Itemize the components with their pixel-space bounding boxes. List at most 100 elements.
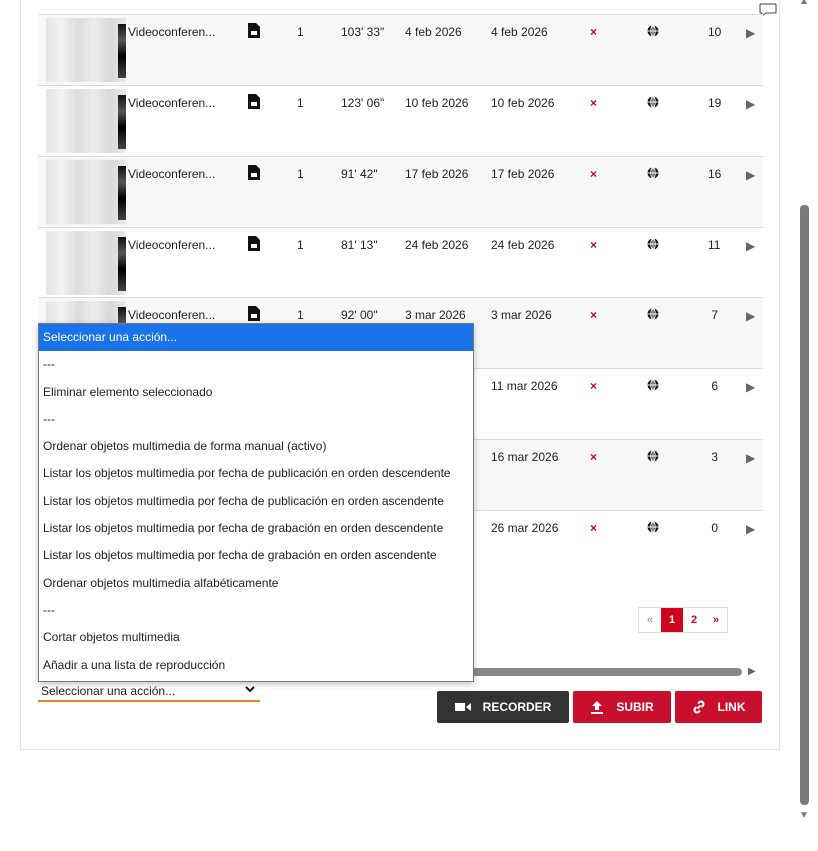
link-button-label: LINK [717, 700, 746, 714]
media-title[interactable]: Videoconferen... [128, 96, 215, 110]
play-icon[interactable]: ▶ [746, 26, 755, 40]
globe-icon[interactable] [647, 379, 659, 394]
document-icon[interactable] [248, 94, 260, 112]
dropdown-option[interactable]: Ordenar objetos multimedia de forma manu… [39, 433, 473, 460]
media-count: 1 [297, 308, 304, 322]
dropdown-option[interactable]: Listar los objetos multimedia por fecha … [39, 488, 473, 515]
delete-icon[interactable]: × [590, 167, 597, 181]
action-select[interactable]: Seleccionar una acción... [38, 682, 260, 702]
record-date: 10 feb 2026 [491, 96, 555, 110]
dropdown-option[interactable]: Listar los objetos multimedia por fecha … [39, 515, 473, 542]
play-icon[interactable]: ▶ [746, 239, 755, 253]
publish-date: 4 feb 2026 [405, 25, 462, 39]
dropdown-option[interactable]: --- [39, 406, 473, 433]
record-date: 4 feb 2026 [491, 25, 548, 39]
globe-icon[interactable] [647, 238, 659, 253]
media-row[interactable]: Videoconferen... 1 123' 06" 10 feb 2026 10 f… [38, 85, 763, 157]
delete-icon[interactable]: × [590, 521, 597, 535]
globe-icon[interactable] [647, 96, 659, 111]
pagination-prev[interactable]: « [639, 608, 661, 632]
delete-icon[interactable]: × [590, 379, 597, 393]
play-icon[interactable]: ▶ [746, 380, 755, 394]
dropdown-option[interactable]: Eliminar elemento seleccionado [39, 379, 473, 406]
media-thumbnail[interactable] [46, 231, 126, 295]
record-date: 3 mar 2026 [491, 308, 552, 322]
dropdown-option[interactable]: Cortar objetos multimedia [39, 624, 473, 651]
delete-icon[interactable]: × [590, 238, 597, 252]
record-date: 16 mar 2026 [491, 450, 559, 464]
play-icon[interactable]: ▶ [746, 97, 755, 111]
play-icon[interactable]: ▶ [746, 309, 755, 323]
view-count: 16 [708, 167, 722, 181]
view-count: 0 [711, 521, 718, 535]
delete-icon[interactable]: × [590, 96, 597, 110]
scroll-down-arrow-icon[interactable]: ▼ [799, 810, 809, 821]
media-thumbnail[interactable] [46, 18, 126, 82]
document-icon[interactable] [248, 236, 260, 254]
view-count: 19 [708, 96, 722, 110]
media-title[interactable]: Videoconferen... [128, 238, 215, 252]
media-title[interactable]: Videoconferen... [128, 167, 215, 181]
media-duration: 81' 13" [341, 238, 378, 252]
view-count: 3 [711, 450, 718, 464]
dropdown-option[interactable]: --- [39, 351, 473, 378]
dropdown-option[interactable]: Listar los objetos multimedia por fecha … [39, 460, 473, 487]
view-count: 10 [708, 25, 722, 39]
publish-date: 24 feb 2026 [405, 238, 469, 252]
media-count: 1 [297, 167, 304, 181]
media-count: 1 [297, 238, 304, 252]
globe-icon[interactable] [647, 167, 659, 182]
dropdown-option[interactable]: Ordenar objetos multimedia alfabéticamen… [39, 570, 473, 597]
recorder-button-label: RECORDER [482, 700, 552, 714]
globe-icon[interactable] [647, 308, 659, 323]
delete-icon[interactable]: × [590, 308, 597, 322]
media-title[interactable]: Videoconferen... [128, 25, 215, 39]
record-date: 24 feb 2026 [491, 238, 555, 252]
document-icon[interactable] [248, 306, 260, 324]
document-icon[interactable] [248, 23, 260, 41]
scroll-up-arrow-icon[interactable]: ▲ [799, 0, 809, 7]
media-thumbnail[interactable] [46, 89, 126, 153]
view-count: 11 [708, 238, 721, 252]
dropdown-option[interactable]: Seleccionar una acción... [39, 324, 473, 352]
document-icon[interactable] [248, 165, 260, 183]
upload-button[interactable]: SUBIR [573, 691, 671, 723]
action-select-value: Seleccionar una acción... [41, 684, 176, 698]
record-date: 11 mar 2026 [491, 379, 558, 393]
delete-icon[interactable]: × [590, 450, 597, 464]
delete-icon[interactable]: × [590, 25, 597, 39]
link-icon [693, 700, 704, 714]
dropdown-option[interactable]: --- [39, 597, 473, 624]
media-duration: 91' 42" [341, 167, 378, 181]
media-row[interactable]: Videoconferen... 1 103' 33" 4 feb 2026 4 feb… [38, 14, 763, 86]
recorder-button[interactable]: RECORDER [437, 691, 569, 723]
view-count: 7 [711, 308, 718, 322]
pagination-next[interactable]: » [705, 608, 727, 632]
play-icon[interactable]: ▶ [746, 168, 755, 182]
dropdown-option[interactable]: Añadir a una lista de reproducción [39, 652, 473, 679]
vertical-scrollbar-thumb[interactable] [800, 205, 809, 805]
pagination-page-current[interactable]: 1 [661, 608, 683, 632]
dropdown-option[interactable]: Listar los objetos multimedia por fecha … [39, 542, 473, 569]
publish-date: 10 feb 2026 [405, 96, 469, 110]
play-icon[interactable]: ▶ [746, 451, 755, 465]
play-icon[interactable]: ▶ [746, 522, 755, 536]
pagination-page[interactable]: 2 [683, 608, 705, 632]
media-row[interactable]: Videoconferen... 1 91' 42" 17 feb 2026 17 fe… [38, 156, 763, 228]
globe-icon[interactable] [647, 25, 659, 40]
media-row[interactable]: Videoconferen... 1 81' 13" 24 feb 2026 24 fe… [38, 227, 763, 299]
globe-icon[interactable] [647, 450, 659, 465]
media-count: 1 [297, 96, 304, 110]
globe-icon[interactable] [647, 521, 659, 536]
action-dropdown-list[interactable]: Seleccionar una acción... --- Eliminar e… [38, 323, 474, 682]
horizontal-scrollbar[interactable] [472, 668, 742, 676]
pagination: « 1 2 » [638, 607, 728, 633]
link-button[interactable]: LINK [675, 691, 762, 723]
media-title[interactable]: Videoconferen... [128, 308, 215, 322]
view-count: 6 [711, 379, 718, 393]
scroll-right-arrow-icon[interactable]: ▶ [748, 666, 756, 677]
record-date: 26 mar 2026 [491, 521, 559, 535]
media-thumbnail[interactable] [46, 160, 126, 224]
chevron-down-icon [245, 686, 255, 693]
publish-date: 3 mar 2026 [405, 308, 466, 322]
